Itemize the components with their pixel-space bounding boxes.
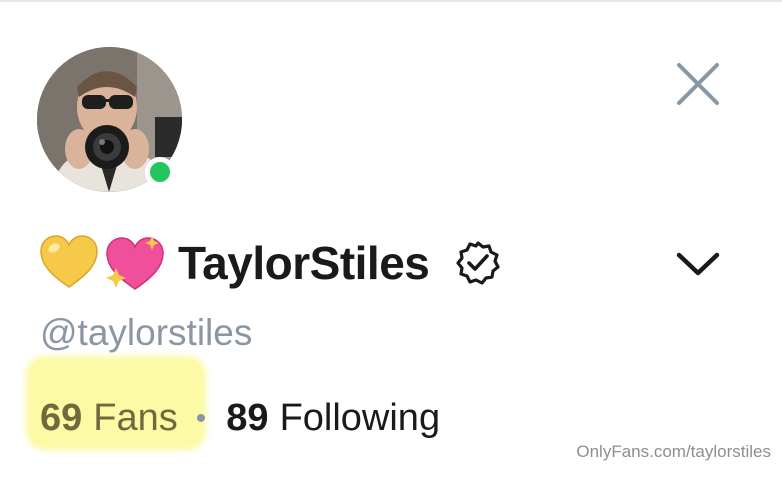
following-count: 89	[226, 397, 269, 439]
verified-badge-icon	[456, 241, 500, 285]
watermark: OnlyFans.com/taylorstiles	[576, 442, 771, 461]
username-handle: @taylorstiles	[40, 312, 253, 353]
following-label: Following	[279, 397, 441, 439]
following-stat[interactable]: 89 Following	[226, 397, 440, 440]
profile-card: TaylorStiles @taylorstiles 69 Fans • 89 Fo…	[0, 0, 782, 483]
profile-stats: 69 Fans • 89 Following	[40, 397, 440, 440]
display-name: TaylorStiles	[178, 237, 430, 289]
fans-stat[interactable]: 69 Fans	[40, 397, 178, 440]
fans-count: 69	[40, 397, 83, 439]
chevron-down-icon	[676, 252, 720, 276]
close-icon	[677, 63, 719, 105]
online-status-indicator	[145, 157, 175, 187]
expand-profile-button[interactable]	[672, 240, 724, 288]
stats-separator: •	[195, 401, 207, 435]
avatar-container[interactable]	[37, 47, 182, 192]
name-row: TaylorStiles	[38, 232, 501, 294]
sparkling-heart-icon	[106, 236, 164, 290]
fans-label: Fans	[93, 397, 178, 439]
close-button[interactable]	[672, 58, 724, 110]
yellow-heart-icon	[40, 235, 98, 288]
top-divider	[0, 0, 782, 2]
